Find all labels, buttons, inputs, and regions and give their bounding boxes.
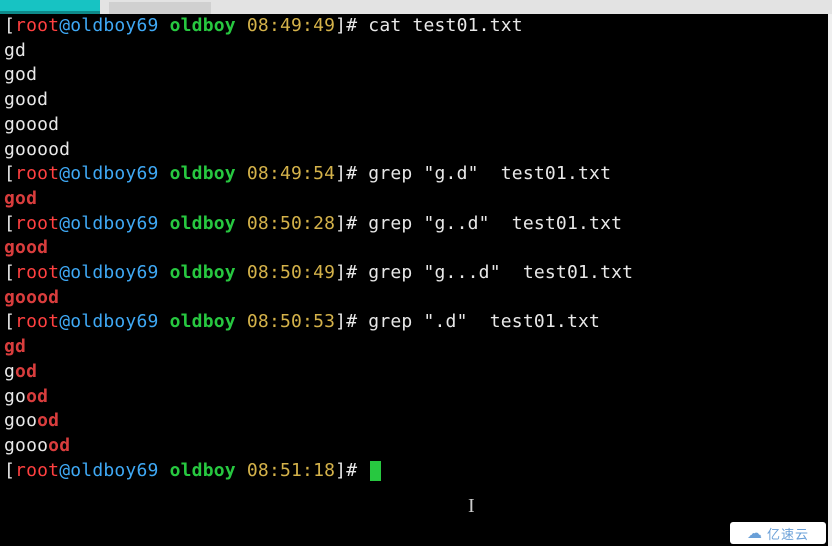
prompt-host: oldboy69 [70,262,158,283]
grep-match: od [37,410,59,431]
prompt-command: grep ".d" test01.txt [368,311,600,332]
titlebar-tab-inactive [109,2,211,14]
terminal-grep-result: good [0,385,828,410]
grep-prefix: go [4,386,26,407]
prompt-dir: oldboy [170,460,236,481]
prompt-dir: oldboy [170,311,236,332]
cloud-icon: ☁ [747,524,763,542]
terminal-output-line: gd [0,39,828,64]
terminal-output-line: good [0,88,828,113]
grep-match: good [4,237,48,258]
prompt-user: root [15,460,59,481]
prompt-dir: oldboy [170,163,236,184]
prompt-time: 08:50:53 [247,311,335,332]
prompt-host: oldboy69 [70,213,158,234]
prompt-command: grep "g...d" test01.txt [368,262,633,283]
watermark-badge: ☁ 亿速云 [730,522,826,544]
prompt-time: 08:49:49 [247,15,335,36]
grep-prefix: gooo [4,435,48,456]
prompt-user: root [15,262,59,283]
terminal-line: [root@oldboy69 oldboy 08:50:49]# grep "g… [0,261,828,286]
terminal-line: [root@oldboy69 oldboy 08:49:49]# cat tes… [0,14,828,39]
watermark-text: 亿速云 [767,524,809,543]
prompt-host: oldboy69 [70,163,158,184]
terminal-grep-result: god [0,360,828,385]
prompt-user: root [15,15,59,36]
terminal-grep-result: god [0,187,828,212]
terminal-output-line: god [0,63,828,88]
terminal-line: [root@oldboy69 oldboy 08:50:28]# grep "g… [0,212,828,237]
terminal-line: [root@oldboy69 oldboy 08:50:53]# grep ".… [0,310,828,335]
prompt-command: grep "g..d" test01.txt [368,213,622,234]
mouse-ibeam-cursor: I [468,495,475,518]
terminal-grep-result: goood [0,286,828,311]
prompt-dir: oldboy [170,15,236,36]
prompt-dir: oldboy [170,262,236,283]
prompt-user: root [15,163,59,184]
terminal-line: [root@oldboy69 oldboy 08:51:18]# [0,459,828,484]
prompt-command: cat test01.txt [368,15,523,36]
grep-prefix: goo [4,410,37,431]
terminal-grep-result: goood [0,409,828,434]
grep-prefix: g [4,361,15,382]
terminal-output-line: goood [0,113,828,138]
prompt-time: 08:50:49 [247,262,335,283]
terminal-pane[interactable]: [root@oldboy69 oldboy 08:49:49]# cat tes… [0,14,832,546]
terminal-grep-result: gooood [0,434,828,459]
prompt-time: 08:49:54 [247,163,335,184]
prompt-host: oldboy69 [70,15,158,36]
prompt-user: root [15,213,59,234]
prompt-host: oldboy69 [70,311,158,332]
prompt-time: 08:50:28 [247,213,335,234]
grep-match: od [26,386,48,407]
prompt-dir: oldboy [170,213,236,234]
terminal-line: [root@oldboy69 oldboy 08:49:54]# grep "g… [0,162,828,187]
grep-match: od [15,361,37,382]
grep-match: od [48,435,70,456]
terminal-output-line: gooood [0,138,828,163]
prompt-user: root [15,311,59,332]
prompt-host: oldboy69 [70,460,158,481]
grep-match: goood [4,287,59,308]
grep-match: god [4,188,37,209]
window-titlebar [0,0,832,14]
terminal-cursor [370,461,381,481]
prompt-time: 08:51:18 [247,460,335,481]
terminal-grep-result: gd [0,335,828,360]
titlebar-accent [0,0,100,14]
terminal-grep-result: good [0,236,828,261]
prompt-command: grep "g.d" test01.txt [368,163,611,184]
grep-match: gd [4,336,26,357]
